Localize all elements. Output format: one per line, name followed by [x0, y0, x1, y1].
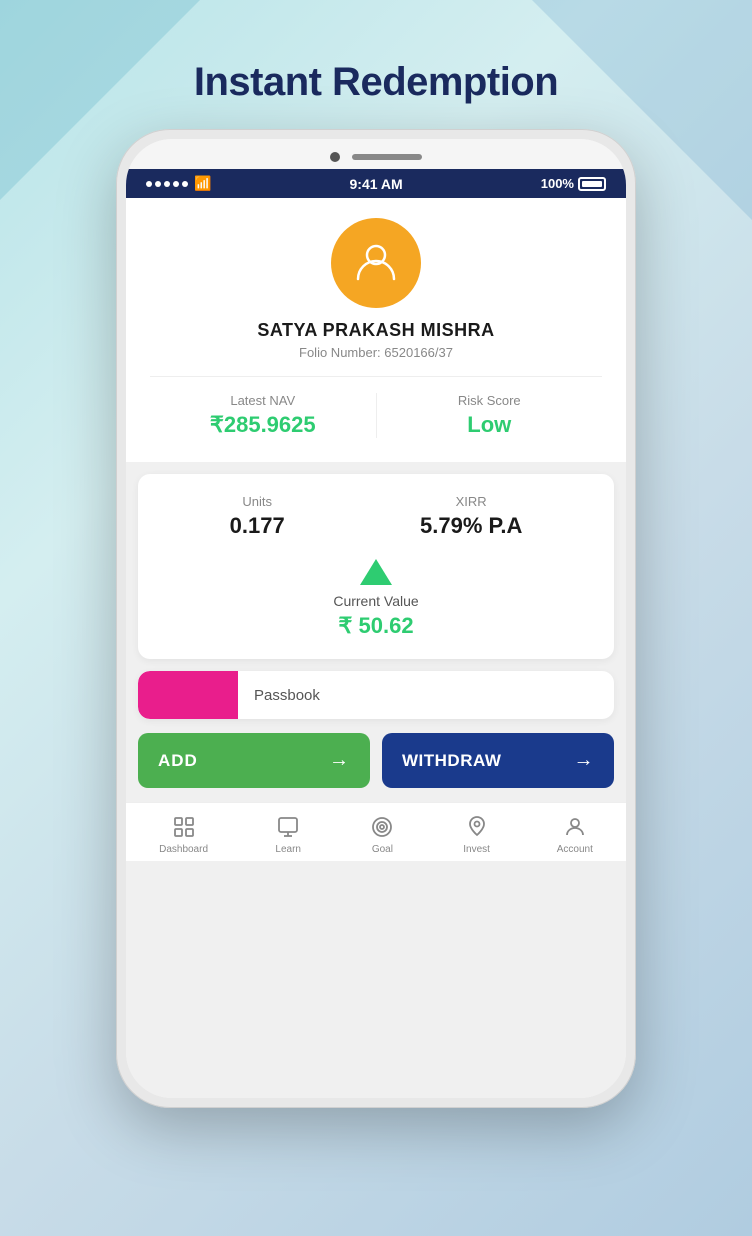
units-value: 0.177 — [230, 513, 285, 539]
units-xirr-row: Units 0.177 XIRR 5.79% P.A — [162, 494, 590, 539]
passbook-tab[interactable] — [138, 671, 238, 719]
trend-up-icon — [360, 559, 392, 585]
avatar — [331, 218, 421, 308]
add-arrow-icon: → — [329, 749, 350, 772]
risk-stat: Risk Score Low — [377, 393, 603, 438]
profile-card: SATYA PRAKASH MISHRA Folio Number: 65201… — [126, 198, 626, 462]
current-value: ₹ 50.62 — [338, 613, 413, 639]
bottom-nav: Dashboard Learn — [126, 802, 626, 861]
passbook-label: Passbook — [238, 687, 320, 704]
phone-wrapper: 📶 9:41 AM 100% — [86, 129, 666, 1236]
nav-value: ₹285.9625 — [210, 412, 316, 438]
user-icon — [352, 237, 400, 290]
passbook-row[interactable]: Passbook — [138, 671, 614, 719]
action-buttons: ADD → WITHDRAW → — [138, 733, 614, 788]
xirr-block: XIRR 5.79% P.A — [420, 494, 522, 539]
nav-stat: Latest NAV ₹285.9625 — [150, 393, 377, 438]
phone-frame: 📶 9:41 AM 100% — [116, 129, 636, 1108]
invest-icon — [463, 813, 491, 841]
current-value-label: Current Value — [333, 593, 418, 609]
status-battery: 100% — [541, 176, 606, 191]
tab-invest[interactable]: Invest — [463, 813, 491, 855]
withdraw-button[interactable]: WITHDRAW → — [382, 733, 614, 788]
camera-icon — [330, 152, 340, 162]
xirr-value: 5.79% P.A — [420, 513, 522, 539]
goal-icon — [368, 813, 396, 841]
add-label: ADD — [158, 751, 198, 771]
status-time: 9:41 AM — [350, 176, 403, 192]
folio-number: Folio Number: 6520166/37 — [299, 345, 453, 360]
tab-account-label: Account — [557, 844, 593, 855]
withdraw-label: WITHDRAW — [402, 751, 501, 771]
current-value-section: Current Value ₹ 50.62 — [162, 559, 590, 639]
phone-screen: 📶 9:41 AM 100% — [126, 139, 626, 1098]
risk-value: Low — [467, 412, 511, 438]
learn-icon — [274, 813, 302, 841]
tab-dashboard-label: Dashboard — [159, 844, 208, 855]
tab-learn-label: Learn — [275, 844, 301, 855]
tab-learn[interactable]: Learn — [274, 813, 302, 855]
stats-row: Latest NAV ₹285.9625 Risk Score Low — [150, 376, 602, 438]
risk-label: Risk Score — [458, 393, 521, 408]
page-title: Instant Redemption — [194, 60, 558, 105]
withdraw-arrow-icon: → — [574, 749, 595, 772]
status-bar: 📶 9:41 AM 100% — [126, 169, 626, 198]
add-button[interactable]: ADD → — [138, 733, 370, 788]
tab-invest-label: Invest — [463, 844, 490, 855]
battery-icon — [578, 177, 606, 191]
account-icon — [561, 813, 589, 841]
tab-goal[interactable]: Goal — [368, 813, 396, 855]
tab-goal-label: Goal — [372, 844, 393, 855]
phone-top-bar — [126, 139, 626, 169]
speaker-icon — [352, 154, 422, 160]
user-name: SATYA PRAKASH MISHRA — [257, 320, 494, 341]
xirr-label: XIRR — [456, 494, 487, 509]
dashboard-icon — [170, 813, 198, 841]
units-block: Units 0.177 — [230, 494, 285, 539]
units-card: Units 0.177 XIRR 5.79% P.A Current Value… — [138, 474, 614, 659]
app-content: SATYA PRAKASH MISHRA Folio Number: 65201… — [126, 198, 626, 1098]
units-label: Units — [242, 494, 272, 509]
tab-account[interactable]: Account — [557, 813, 593, 855]
nav-label: Latest NAV — [230, 393, 295, 408]
status-signal: 📶 — [146, 175, 211, 192]
wifi-icon: 📶 — [194, 175, 211, 192]
tab-dashboard[interactable]: Dashboard — [159, 813, 208, 855]
